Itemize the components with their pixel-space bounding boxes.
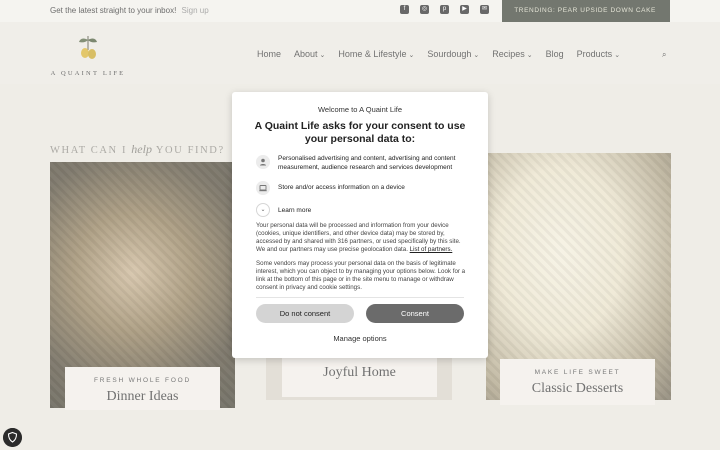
chevron-down-icon: ⌄ (256, 203, 270, 217)
do-not-consent-button[interactable]: Do not consent (256, 304, 354, 323)
privacy-shield-icon[interactable] (3, 428, 22, 447)
dialog-site-name: Welcome to A Quaint Life (317, 105, 403, 114)
purpose-item: Personalised advertising and content, ad… (256, 155, 466, 172)
legitimate-interest-paragraph: Some vendors may process your personal d… (256, 260, 466, 291)
dialog-heading: A Quaint Life asks for your consent to u… (254, 120, 466, 145)
learn-more-label: Learn more (278, 206, 312, 214)
consent-dialog: Welcome to A Quaint Life A Quaint Life a… (232, 92, 488, 358)
consent-button[interactable]: Consent (366, 304, 464, 323)
partners-link[interactable]: List of partners. (410, 246, 453, 253)
purpose-text: Personalised advertising and content, ad… (278, 155, 456, 171)
purpose-text: Store and/or access information on a dev… (278, 184, 405, 191)
person-icon (256, 155, 270, 169)
consent-paragraph: Your personal data will be processed and… (256, 222, 466, 254)
device-icon (256, 181, 270, 195)
divider (256, 297, 464, 298)
learn-more-toggle[interactable]: ⌄ Learn more (256, 203, 311, 217)
manage-options-link[interactable]: Manage options (232, 334, 488, 343)
purpose-item: Store and/or access information on a dev… (256, 181, 466, 195)
